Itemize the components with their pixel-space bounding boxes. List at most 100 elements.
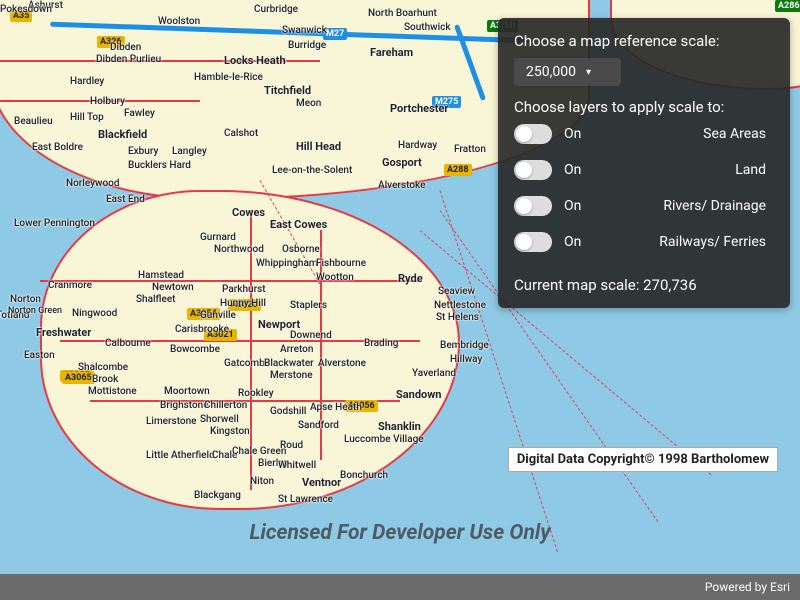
- toggle-label: On: [564, 126, 588, 142]
- place-alverstone: Alverstone: [318, 358, 366, 369]
- place-stlawrence: St Lawrence: [278, 494, 333, 505]
- place-lpennington: Lower Pennington: [14, 218, 95, 229]
- place-bowcombe: Bowcombe: [170, 344, 220, 355]
- place-brading: Brading: [364, 338, 398, 349]
- layers-title: Choose layers to apply scale to:: [514, 98, 774, 116]
- attribution-bar: Powered by Esri: [0, 574, 800, 600]
- place-southwick: Southwick: [404, 22, 451, 33]
- place-fishbourne: Fishbourne: [316, 258, 366, 269]
- place-mottistone: Mottistone: [88, 386, 137, 397]
- layer-toggle[interactable]: [514, 232, 552, 252]
- place-cowes: Cowes: [232, 206, 265, 219]
- place-ryde: Ryde: [398, 272, 423, 285]
- place-brighstone: Brighstone: [160, 400, 209, 411]
- place-whippingham: Whippingham: [256, 258, 318, 269]
- place-hunnyhill: Hunny Hill: [220, 298, 266, 309]
- place-godshill: Godshill: [270, 406, 306, 417]
- place-rookley: Rookley: [238, 388, 274, 399]
- place-portchester: Portchester: [390, 102, 448, 115]
- place-eboldre: East Boldre: [32, 142, 83, 153]
- place-calbourne: Calbourne: [105, 338, 151, 349]
- place-yaverland: Yaverland: [412, 368, 456, 379]
- layer-list[interactable]: On Sea Areas On Land On Rivers/ Drainage…: [514, 124, 774, 268]
- place-fratton: Fratton: [454, 144, 486, 155]
- place-holbury: Holbury: [90, 96, 125, 107]
- place-newtown: Newtown: [152, 282, 194, 293]
- place-carisbrooke: Carisbrooke: [175, 324, 229, 335]
- current-scale: Current map scale: 270,736: [514, 276, 774, 294]
- place-parkhurst: Parkhurst: [222, 284, 266, 295]
- place-titchfield: Titchfield: [264, 84, 311, 97]
- place-ngreen: Norton Green: [8, 306, 62, 316]
- route-badge-a288: A288: [444, 164, 472, 176]
- place-easton: Easton: [24, 350, 55, 361]
- place-arreton: Arreton: [280, 344, 313, 355]
- place-limerstone: Limerstone: [146, 416, 197, 427]
- place-gunville: Gunville: [200, 310, 236, 321]
- toggle-label: On: [564, 198, 588, 214]
- place-fareham: Fareham: [370, 46, 413, 59]
- layer-name: Railways/ Ferries: [659, 234, 766, 250]
- place-curbridge: Curbridge: [254, 4, 298, 15]
- place-sandown: Sandown: [396, 388, 441, 401]
- place-ecowes: East Cowes: [270, 218, 327, 231]
- place-chalegreen: Chale Green: [232, 446, 286, 457]
- place-bonchurch: Bonchurch: [340, 470, 388, 481]
- place-beaulieu: Beaulieu: [14, 116, 53, 127]
- place-roud: Roud: [280, 440, 303, 451]
- place-osborne: Osborne: [282, 244, 320, 255]
- place-ningwood: Ningwood: [72, 308, 117, 319]
- place-whitwell: Whitwell: [278, 460, 316, 471]
- scale-value: 250,000: [526, 64, 576, 80]
- layer-name: Land: [735, 162, 766, 178]
- place-hardley: Hardley: [70, 76, 104, 87]
- road: [40, 280, 420, 282]
- place-pokesdown: Pokesdown: [0, 4, 52, 15]
- place-seaview: Seaview: [438, 286, 475, 297]
- place-gurnard: Gurnard: [200, 232, 236, 243]
- layer-toggle[interactable]: [514, 196, 552, 216]
- place-wootton: Wootton: [316, 272, 354, 283]
- place-exbury: Exbury: [128, 146, 158, 157]
- place-hilltop: Hill Top: [70, 112, 104, 123]
- place-hamstead: Hamstead: [138, 270, 184, 281]
- place-fawley: Fawley: [124, 108, 155, 119]
- place-shanklin: Shanklin: [378, 420, 421, 433]
- place-nettlestone: Nettlestone: [434, 300, 486, 311]
- place-calshot: Calshot: [224, 128, 258, 139]
- place-merstone: Merstone: [270, 370, 313, 381]
- place-staplers: Staplers: [290, 300, 327, 311]
- place-apseheath: Apse Heath: [310, 402, 362, 413]
- place-alverstoke: Alverstoke: [378, 180, 425, 191]
- place-blackgang: Blackgang: [194, 490, 241, 501]
- place-luccombe: Luccombe Village: [344, 434, 424, 445]
- place-woolston: Woolston: [158, 16, 200, 27]
- place-hillway: Hillway: [450, 354, 482, 365]
- place-lee: Lee-on-the-Solent: [272, 165, 352, 176]
- place-moortown: Moortown: [164, 386, 210, 397]
- toggle-label: On: [564, 162, 588, 178]
- place-chillerton: Chillerton: [204, 400, 247, 411]
- powered-by[interactable]: Powered by Esri: [705, 580, 790, 594]
- place-swanwick: Swanwick: [282, 25, 327, 36]
- route-badge-a286: A286: [775, 0, 800, 12]
- place-blackfield: Blackfield: [98, 128, 147, 141]
- place-shalfleet: Shalfleet: [136, 294, 176, 305]
- layer-name: Rivers/ Drainage: [663, 198, 766, 214]
- place-sandford: Sandford: [298, 420, 339, 431]
- copyright-label: Digital Data Copyright© 1998 Bartholomew: [508, 447, 778, 472]
- place-latherfield: Little Atherfield: [146, 450, 215, 461]
- place-hramble: Hamble-le-Rice: [194, 72, 263, 83]
- place-eend: East End: [106, 194, 145, 205]
- place-dpurlieu: Dibden Purlieu: [96, 54, 161, 65]
- place-hardway: Hardway: [398, 140, 437, 151]
- layer-toggle[interactable]: [514, 124, 552, 144]
- scale-title: Choose a map reference scale:: [514, 32, 774, 50]
- place-ventnor: Ventnor: [302, 476, 341, 489]
- toggle-label: On: [564, 234, 588, 250]
- place-dibden: Dibden: [110, 42, 141, 53]
- place-langley: Langley: [172, 146, 207, 157]
- layer-toggle[interactable]: [514, 160, 552, 180]
- scale-select[interactable]: 250,000 ▾: [514, 58, 621, 86]
- place-cranmore: Cranmore: [48, 280, 92, 291]
